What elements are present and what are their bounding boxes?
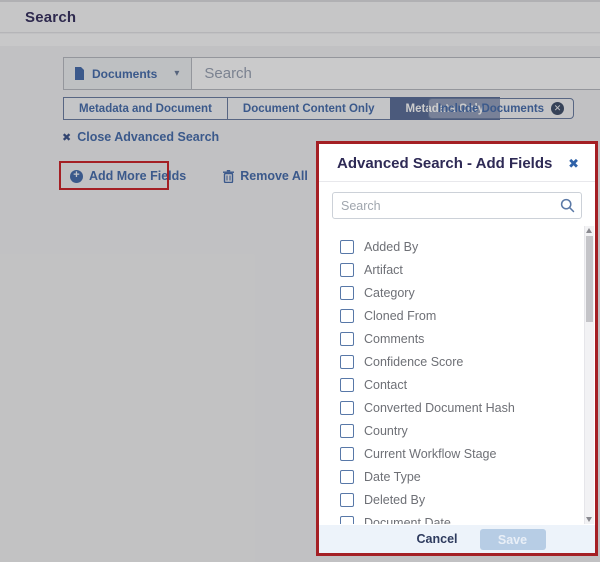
scroll-down-icon[interactable]: [586, 517, 592, 522]
field-checkbox[interactable]: [340, 424, 354, 438]
field-label: Document Date: [364, 516, 451, 525]
field-label: Added By: [364, 240, 418, 254]
field-checkbox[interactable]: [340, 332, 354, 346]
field-checkbox[interactable]: [340, 378, 354, 392]
field-list-item[interactable]: Added By: [319, 235, 595, 258]
field-label: Confidence Score: [364, 355, 463, 369]
field-list-item[interactable]: Country: [319, 419, 595, 442]
field-label: Current Workflow Stage: [364, 447, 496, 461]
field-label: Converted Document Hash: [364, 401, 515, 415]
field-search-input[interactable]: [332, 192, 582, 219]
field-list-item[interactable]: Artifact: [319, 258, 595, 281]
field-list-item[interactable]: Date Type: [319, 465, 595, 488]
field-list-item[interactable]: Cloned From: [319, 304, 595, 327]
search-page: Search Documents ▾ Metadata and Document…: [0, 0, 600, 562]
field-checkbox[interactable]: [340, 470, 354, 484]
field-list-item[interactable]: Document Date: [319, 511, 595, 524]
field-label: Contact: [364, 378, 407, 392]
field-checkbox[interactable]: [340, 401, 354, 415]
modal-header: Advanced Search - Add Fields ✖: [319, 144, 595, 182]
field-list-item[interactable]: Deleted By: [319, 488, 595, 511]
save-button[interactable]: Save: [480, 529, 546, 550]
field-search-wrap: [332, 192, 582, 219]
field-checkbox[interactable]: [340, 493, 354, 507]
field-checkbox[interactable]: [340, 240, 354, 254]
field-label: Category: [364, 286, 415, 300]
field-checkbox[interactable]: [340, 516, 354, 525]
scrollbar-thumb[interactable]: [586, 236, 593, 322]
advanced-search-add-fields-modal: Advanced Search - Add Fields ✖ Added By …: [316, 141, 598, 556]
field-list-item[interactable]: Confidence Score: [319, 350, 595, 373]
field-label: Deleted By: [364, 493, 425, 507]
field-list-item[interactable]: Comments: [319, 327, 595, 350]
field-list: Added By Artifact Category Cloned From C…: [319, 219, 595, 524]
field-checkbox[interactable]: [340, 355, 354, 369]
field-label: Date Type: [364, 470, 421, 484]
field-checkbox[interactable]: [340, 286, 354, 300]
field-label: Country: [364, 424, 408, 438]
field-label: Comments: [364, 332, 424, 346]
modal-footer: Cancel Save: [319, 525, 595, 553]
field-label: Cloned From: [364, 309, 436, 323]
field-list-item[interactable]: Category: [319, 281, 595, 304]
field-list-item[interactable]: Converted Document Hash: [319, 396, 595, 419]
cancel-button[interactable]: Cancel: [417, 532, 458, 546]
field-list-item[interactable]: Current Workflow Stage: [319, 442, 595, 465]
modal-close-icon[interactable]: ✖: [564, 155, 583, 173]
scroll-up-icon[interactable]: [586, 228, 592, 233]
field-checkbox[interactable]: [340, 447, 354, 461]
search-icon: [560, 198, 575, 218]
modal-title: Advanced Search - Add Fields: [337, 155, 552, 172]
field-checkbox[interactable]: [340, 309, 354, 323]
modal-scrollbar[interactable]: [584, 226, 594, 524]
field-label: Artifact: [364, 263, 403, 277]
field-list-item[interactable]: Contact: [319, 373, 595, 396]
field-checkbox[interactable]: [340, 263, 354, 277]
